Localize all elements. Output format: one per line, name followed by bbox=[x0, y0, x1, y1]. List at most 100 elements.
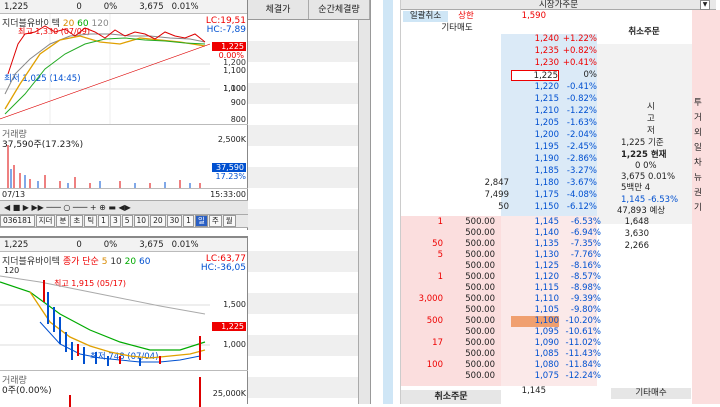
bid-rate: -8.98% bbox=[570, 283, 601, 293]
bid-row[interactable]: 500.00 1,085 -11.43% bbox=[401, 349, 691, 360]
side-tab[interactable]: 투 bbox=[694, 98, 702, 109]
interval-20[interactable]: 20 bbox=[150, 215, 166, 227]
bid-row[interactable]: 500.00 1,125 -8.16% bbox=[401, 261, 691, 272]
bid-price: 1,120 bbox=[534, 272, 559, 282]
ask-price: 1,175 bbox=[534, 190, 559, 200]
left-blue-column bbox=[383, 0, 393, 404]
bid-row[interactable]: 17 500.00 1,090 -11.02% bbox=[401, 338, 691, 349]
chart1-price-lines bbox=[0, 14, 210, 124]
ask-row[interactable]: 1,225 0% bbox=[401, 70, 691, 82]
period-tick[interactable]: 틱 bbox=[84, 215, 98, 227]
ask-qty: 50 bbox=[498, 202, 509, 212]
ask-price: 1,205 bbox=[534, 118, 559, 128]
bid-order-qty bbox=[401, 261, 443, 272]
ask-row[interactable]: 1,220 -0.41% bbox=[401, 82, 691, 94]
ask-rate: 0% bbox=[583, 70, 598, 80]
bid-row[interactable]: 3,000 500.00 1,110 -9.39% bbox=[401, 294, 691, 305]
chart1-volume-area[interactable]: 거래량 37,590주(17.23%) 2,500K 37,590 17.23% bbox=[0, 124, 248, 189]
interval-3[interactable]: 3 bbox=[109, 215, 121, 227]
bid-order-qty bbox=[401, 305, 443, 316]
chart2-price-area[interactable]: 지더블유바이텍 종가 단순 5 10 20 60 LC:63,77 HC:-36… bbox=[0, 252, 248, 370]
chart1-volume-pct: 0.01% bbox=[171, 1, 199, 12]
bid-rate: -7.35% bbox=[570, 239, 601, 249]
interval-1b[interactable]: 1 bbox=[183, 215, 194, 227]
other-buy-label: 기타매수 bbox=[611, 388, 691, 399]
interval-1[interactable]: 1 bbox=[98, 215, 109, 227]
ask-qty bbox=[461, 46, 509, 57]
bid-order-qty bbox=[401, 283, 443, 294]
ask-row[interactable]: 1,240 +1.22% bbox=[401, 34, 691, 46]
bid-row[interactable]: 100 500.00 1,080 -11.84% bbox=[401, 360, 691, 371]
ask-rate: -1.22% bbox=[566, 106, 597, 116]
side-tab[interactable]: 기 bbox=[694, 203, 702, 214]
bid-row[interactable]: 500 500.00 1,100 -10.20% bbox=[401, 316, 691, 327]
ask-rate: -2.04% bbox=[566, 130, 597, 140]
ask-rate: -0.82% bbox=[566, 94, 597, 104]
stock-name-field[interactable]: 지더 bbox=[35, 215, 56, 227]
execution-scrollbar[interactable] bbox=[358, 20, 370, 404]
chart1-nav-controls[interactable]: ◀ ■ ▶ ▶▶ ─── ○ ─── + ⊕ ▬ ◀▶ bbox=[4, 203, 131, 212]
cancel-all-label[interactable]: 일괄취소 bbox=[403, 11, 448, 22]
side-tab[interactable]: 차 bbox=[694, 158, 702, 169]
side-tab[interactable]: 일 bbox=[694, 143, 702, 154]
interval-10[interactable]: 10 bbox=[133, 215, 150, 227]
bid-rate: -7.76% bbox=[570, 250, 601, 260]
bid-order-qty bbox=[401, 327, 443, 338]
interval-30[interactable]: 30 bbox=[166, 215, 183, 227]
ask-qty bbox=[461, 142, 509, 153]
side-tab[interactable]: 권 bbox=[694, 188, 702, 199]
ask-qty bbox=[461, 106, 509, 117]
bid-order-qty: 1 bbox=[437, 272, 443, 282]
bid-rate: -11.43% bbox=[565, 349, 601, 359]
info-c2: 고 bbox=[647, 114, 655, 124]
bid-volume: 500.00 bbox=[465, 360, 495, 370]
chart1-period-toolbar: 036181 지더 분 초 틱 1 3 5 10 20 30 1 일 주 월 bbox=[0, 214, 248, 228]
side-tab[interactable]: 외 bbox=[694, 128, 702, 139]
bid-row[interactable]: 500.00 1,105 -9.80% bbox=[401, 305, 691, 316]
chart1-ytick: 1,100 bbox=[223, 66, 246, 75]
side-tab[interactable]: 거 bbox=[694, 113, 702, 124]
ask-row[interactable]: 1,235 +0.82% bbox=[401, 46, 691, 58]
bid-volume: 500.00 bbox=[465, 261, 495, 271]
ask-qty bbox=[461, 166, 509, 177]
ask-qty: 7,499 bbox=[484, 190, 509, 200]
execution-header: 체결가 순간체결량 bbox=[248, 0, 370, 20]
interval-5[interactable]: 5 bbox=[121, 215, 133, 227]
bid-volume: 500.00 bbox=[465, 338, 495, 348]
period-minute[interactable]: 분 bbox=[56, 215, 70, 227]
bottom-cancel-order[interactable]: 취소주문 bbox=[401, 390, 501, 404]
chart1-price-area[interactable]: 지더블유바이텍 20 60 120 LC:19,51 HC:-7,89 최고 1… bbox=[0, 14, 248, 124]
bid-row[interactable]: 1 500.00 1,120 -8.57% bbox=[401, 272, 691, 283]
bid-row[interactable]: 500.00 1,095 -10.61% bbox=[401, 327, 691, 338]
execution-list[interactable] bbox=[248, 20, 358, 404]
minute-chart-panel: 1,225 0 0% 3,675 0.01% 지더블유바이텍 20 60 120… bbox=[0, 0, 248, 230]
bid-price: 1,135 bbox=[534, 239, 559, 249]
ask-price: 1,225 bbox=[511, 70, 559, 81]
chart1-nav-bar: ◀ ■ ▶ ▶▶ ─── ○ ─── + ⊕ ▬ ◀▶ bbox=[0, 200, 248, 214]
stock-code-field[interactable]: 036181 bbox=[0, 215, 35, 227]
chart1-volume-tag: 37,590 bbox=[212, 163, 246, 172]
chart2-volume-pct: 0.01% bbox=[171, 239, 199, 250]
info-current: 1,225 현재 bbox=[621, 150, 667, 160]
bid-order-qty: 17 bbox=[432, 338, 443, 348]
period-week[interactable]: 주 bbox=[208, 215, 222, 227]
period-month[interactable]: 월 bbox=[222, 215, 236, 227]
ask-price: 1,185 bbox=[534, 166, 559, 176]
bid-row[interactable]: 500.00 1,115 -8.98% bbox=[401, 283, 691, 294]
bid-price: 1,105 bbox=[534, 305, 559, 315]
market-order-bar[interactable]: 시장가주문 ▼ bbox=[401, 0, 716, 10]
bid-order-qty: 50 bbox=[432, 239, 443, 249]
chart2-volume-area[interactable]: 거래량 0주(0.00%) 25,000K bbox=[0, 370, 248, 407]
side-tab[interactable]: 뉴 bbox=[694, 173, 702, 184]
ask-row[interactable]: 1,230 +0.41% bbox=[401, 58, 691, 70]
bid-rate: -8.16% bbox=[570, 261, 601, 271]
dropdown-icon[interactable]: ▼ bbox=[700, 0, 710, 10]
ask-price: 1,195 bbox=[534, 142, 559, 152]
chart1-pct-tag: 0.00% bbox=[218, 51, 244, 60]
bid-row[interactable]: 500.00 1,075 -12.24% bbox=[401, 371, 691, 382]
period-second[interactable]: 초 bbox=[70, 215, 84, 227]
ask-rate: -6.12% bbox=[566, 202, 597, 212]
bid-price: 1,110 bbox=[534, 294, 559, 304]
bid-volume: 500.00 bbox=[465, 228, 495, 238]
period-day[interactable]: 일 bbox=[194, 215, 208, 227]
